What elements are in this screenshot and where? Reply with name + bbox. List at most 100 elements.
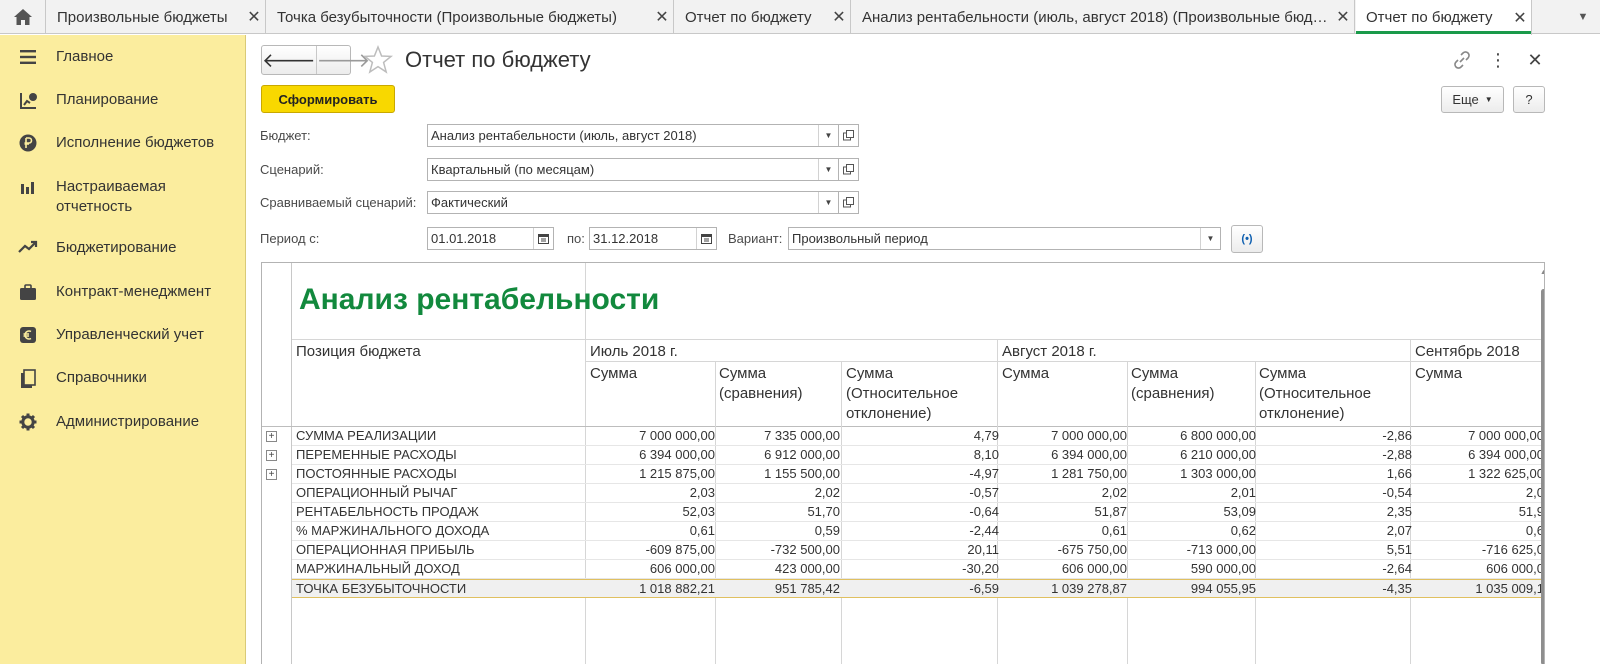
table-cell: 52,03	[682, 504, 715, 519]
calendar-button[interactable]	[533, 228, 553, 249]
budget-value: Анализ рентабельности (июль, август 2018…	[431, 128, 697, 143]
position-header: Позиция бюджета	[296, 343, 421, 360]
budget-field[interactable]: Анализ рентабельности (июль, август 2018…	[427, 124, 839, 147]
chevron-down-icon: ▼	[824, 198, 833, 207]
sidebar-item-main[interactable]: Главное	[0, 47, 246, 67]
period-to-field[interactable]: 31.12.2018	[589, 227, 717, 250]
table-cell: 1 281 750,00	[1051, 466, 1127, 481]
sidebar-item-administration[interactable]: Администрирование	[0, 412, 246, 432]
sidebar-item-management-accounting[interactable]: Управленческий учет	[0, 325, 246, 345]
table-row[interactable]: ПОСТОЯННЫЕ РАСХОДЫ 1 215 875,00 1 155 500,…	[292, 465, 1544, 484]
calendar-button[interactable]	[696, 228, 716, 249]
expand-icon[interactable]: +	[266, 450, 277, 461]
table-row[interactable]: ТОЧКА БЕЗУБЫТОЧНОСТИ 1 018 882,21 951 785,…	[292, 579, 1544, 598]
close-icon[interactable]: ✕	[243, 7, 265, 27]
table-cell: 7 335 000,00	[764, 428, 840, 443]
grid-line	[292, 339, 1544, 340]
dropdown-button[interactable]: ▼	[818, 159, 838, 180]
close-icon[interactable]: ✕	[828, 7, 850, 27]
back-button[interactable]: 🡐	[262, 46, 316, 74]
sidebar-item-planning[interactable]: Планирование	[0, 90, 246, 111]
expand-icon[interactable]: +	[266, 431, 277, 442]
history-nav: 🡐 🡒	[261, 45, 370, 75]
tab-budget-report-active[interactable]: Отчет по бюджету ✕	[1356, 0, 1532, 35]
tab-custom-budgets[interactable]: Произвольные бюджеты ✕	[47, 0, 266, 34]
table-cell: 53,09	[1223, 504, 1256, 519]
month-header-august: Август 2018 г.	[1002, 343, 1097, 360]
table-cell: 606 000,00	[649, 561, 715, 576]
close-icon[interactable]: ✕	[1509, 8, 1531, 28]
table-row[interactable]: СУММА РЕАЛИЗАЦИИ 7 000 000,00 7 335 000,00…	[292, 427, 1544, 446]
table-cell: 2,0	[1525, 485, 1544, 500]
dropdown-button[interactable]: ▼	[818, 125, 838, 146]
period-to-value: 31.12.2018	[593, 231, 659, 246]
table-cell: 2,35	[1386, 504, 1412, 519]
dropdown-button[interactable]: ▼	[818, 192, 838, 213]
dropdown-button[interactable]: ▼	[1200, 228, 1220, 249]
link-button[interactable]	[1449, 47, 1475, 73]
sidebar-item-label: Бюджетирование	[56, 239, 177, 256]
sidebar-item-contract-management[interactable]: Контракт-менеджмент	[0, 282, 246, 302]
variant-value: Произвольный период	[792, 231, 928, 246]
sidebar-item-label: Контракт-менеджмент	[56, 283, 212, 300]
period-settings-button[interactable]: (•)	[1231, 225, 1263, 253]
table-cell: 1 303 000,00	[1180, 466, 1256, 481]
favorite-button[interactable]	[362, 44, 394, 76]
table-row[interactable]: ОПЕРАЦИОННАЯ ПРИБЫЛЬ -609 875,00 -732 500,…	[292, 541, 1544, 560]
table-row[interactable]: РЕНТАБЕЛЬНОСТЬ ПРОДАЖ 52,03 51,70 -0,64 51,8…	[292, 503, 1544, 522]
report-title: Анализ рентабельности	[299, 283, 660, 316]
report-spreadsheet[interactable]: Анализ рентабельности Позиция бюджета Ию…	[261, 262, 1545, 664]
help-button[interactable]: ?	[1513, 86, 1545, 113]
table-cell: 1 155 500,00	[764, 466, 840, 481]
row-name: ПОСТОЯННЫЕ РАСХОДЫ	[296, 466, 457, 481]
home-button[interactable]	[0, 0, 46, 34]
close-icon[interactable]: ✕	[651, 7, 673, 27]
row-name: СУММА РЕАЛИЗАЦИИ	[296, 428, 437, 443]
table-cell: 5,51	[1386, 542, 1412, 557]
table-row[interactable]: % МАРЖИНАЛЬНОГО ДОХОДА 0,61 0,59 -2,44 0,61 0…	[292, 522, 1544, 541]
scroll-up-icon[interactable]: ▲	[1540, 269, 1544, 276]
table-cell: 2,02	[814, 485, 840, 500]
sidebar: Главное Планирование Исполнение бюджетов…	[0, 35, 246, 664]
books-icon	[0, 368, 56, 389]
sidebar-item-custom-reporting[interactable]: Настраиваемая отчетность	[0, 177, 246, 217]
variant-field[interactable]: Произвольный период ▼	[788, 227, 1221, 250]
more-actions-button[interactable]: ⋮	[1485, 47, 1511, 73]
table-row[interactable]: ПЕРЕМЕННЫЕ РАСХОДЫ 6 394 000,00 6 912 000,…	[292, 446, 1544, 465]
more-button[interactable]: Еще ▼	[1441, 86, 1504, 113]
col-header-sum: Сумма	[1002, 365, 1050, 382]
sidebar-item-references[interactable]: Справочники	[0, 368, 246, 389]
compare-scenario-open-button[interactable]	[839, 191, 859, 214]
tab-profitability-analysis[interactable]: Анализ рентабельности (июль, август 2018…	[852, 0, 1355, 34]
sidebar-item-budgeting[interactable]: Бюджетирование	[0, 238, 246, 258]
month-header-september: Сентябрь 2018	[1415, 343, 1520, 360]
tab-budget-report-1[interactable]: Отчет по бюджету ✕	[675, 0, 851, 34]
generate-report-button[interactable]: Сформировать	[261, 85, 395, 113]
table-cell: 1 322 625,00	[1468, 466, 1544, 481]
compare-scenario-field[interactable]: Фактический ▼	[427, 191, 839, 214]
open-icon	[843, 164, 854, 175]
close-icon[interactable]: ✕	[1332, 7, 1354, 27]
scenario-open-button[interactable]	[839, 158, 859, 181]
period-from-field[interactable]: 01.01.2018	[427, 227, 554, 250]
sidebar-item-budget-execution[interactable]: Исполнение бюджетов	[0, 133, 246, 153]
row-name: ОПЕРАЦИОННЫЙ РЫЧАГ	[296, 485, 458, 500]
tab-label: Точка безубыточности (Произвольные бюдже…	[277, 8, 617, 26]
table-cell: 6 800 000,00	[1180, 428, 1256, 443]
chevron-down-icon: ▼	[1484, 95, 1493, 104]
tab-break-even[interactable]: Точка безубыточности (Произвольные бюдже…	[267, 0, 674, 34]
expand-icon[interactable]: +	[266, 469, 277, 480]
table-cell: 6 394 000,00	[639, 447, 715, 462]
tabs-dropdown[interactable]: ▼	[1566, 0, 1600, 34]
table-row[interactable]: ОПЕРАЦИОННЫЙ РЫЧАГ 2,03 2,02 -0,57 2,02 2,01 -…	[292, 484, 1544, 503]
scrollbar-thumb[interactable]	[1541, 289, 1544, 664]
more-button-label: Еще	[1452, 92, 1479, 107]
scenario-field[interactable]: Квартальный (по месяцам) ▼	[427, 158, 839, 181]
table-cell: 1 035 009,1	[1475, 581, 1544, 596]
table-cell: 2,03	[689, 485, 715, 500]
table-cell: 51,70	[807, 504, 840, 519]
close-form-button[interactable]: ✕	[1522, 47, 1548, 73]
table-cell: 606 000,0	[1486, 561, 1544, 576]
budget-open-button[interactable]	[839, 124, 859, 147]
table-row[interactable]: МАРЖИНАЛЬНЫЙ ДОХОД 606 000,00 423 000,00 -3…	[292, 560, 1544, 579]
